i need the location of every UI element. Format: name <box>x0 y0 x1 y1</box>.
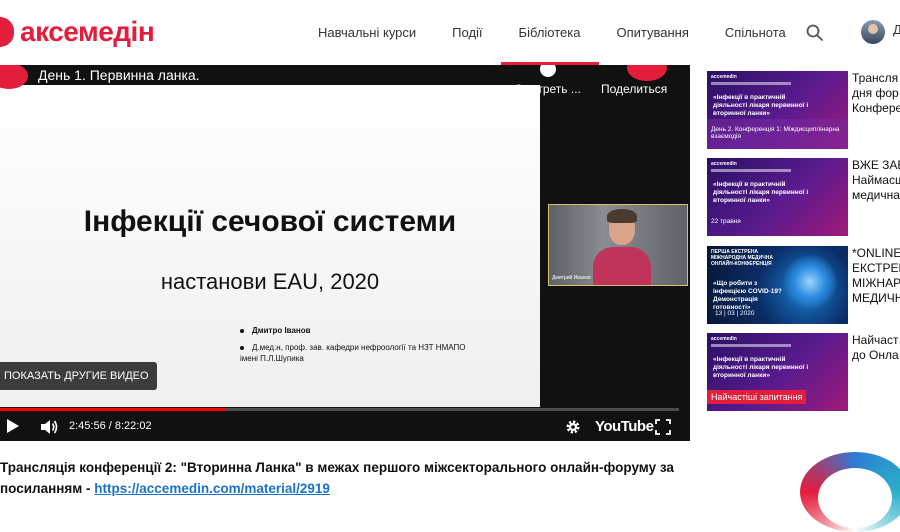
site-header: аксемедін Навчальні курси Події Бібліоте… <box>0 0 900 65</box>
share-button[interactable]: Поделиться <box>601 82 667 96</box>
slide-author: Дмитро Іванов <box>240 326 311 335</box>
fullscreen-icon[interactable] <box>655 419 671 435</box>
bullet-icon <box>240 345 244 350</box>
video-player[interactable]: Інфекції сечової системи настанови EAU, … <box>0 65 690 441</box>
gear-icon[interactable] <box>564 418 582 436</box>
channel-logo-icon[interactable] <box>0 65 28 89</box>
thumb-caption: День 2. Конференція 1: Міждисциплінарна … <box>711 126 840 140</box>
logo-mark-icon <box>0 17 14 47</box>
video-caption: Трансляція конференції 2: "Вторинна Ланк… <box>0 457 690 499</box>
speaker-hair <box>607 209 637 223</box>
thumb-brand: accemedin <box>711 336 737 342</box>
speaker-name-label: Дмитрий Иванов <box>552 275 591 281</box>
thumb-brand: accemedin <box>711 74 737 80</box>
watch-later-button[interactable]: Смотреть ... <box>514 82 581 96</box>
nav-item-events[interactable]: Події <box>434 0 500 65</box>
thumb-date: 22 травня <box>711 218 741 225</box>
thumb-date: 13 | 03 | 2020 <box>715 310 755 317</box>
related-card[interactable]: accemedin «Інфекції в практичній діяльно… <box>707 333 900 411</box>
player-controls: 2:45:56 / 8:22:02 YouTube <box>0 415 690 441</box>
logo-text: аксемедін <box>20 16 155 47</box>
related-card-thumbnail[interactable]: accemedin «Інфекції в практичній діяльно… <box>707 158 848 236</box>
bullet-icon <box>240 328 244 333</box>
clock-icon[interactable] <box>540 65 556 77</box>
nav-item-library[interactable]: Бібліотека <box>500 0 599 65</box>
account-menu-label[interactable]: Д <box>893 22 900 37</box>
related-card-thumbnail[interactable]: accemedin «Інфекції в практичній діяльно… <box>707 71 848 149</box>
speaker-webcam: Дмитрий Иванов <box>548 204 688 286</box>
thumb-title: «Що робити з інфекцією COVID-19? Демонст… <box>713 280 782 311</box>
related-card-title[interactable]: *ONLINE ЕКСТРЕН МІЖНАР МЕДИЧН <box>852 246 900 306</box>
play-icon[interactable] <box>7 419 19 433</box>
video-title[interactable]: День 1. Первинна ланка. <box>38 67 200 83</box>
related-card[interactable]: accemedin «Інфекції в практичній діяльно… <box>707 71 900 149</box>
related-card-thumbnail[interactable]: accemedin «Інфекції в практичній діяльно… <box>707 333 848 411</box>
volume-icon[interactable] <box>39 418 59 436</box>
share-icon[interactable] <box>627 65 667 81</box>
site-logo[interactable]: аксемедін <box>0 14 155 50</box>
chat-widget-icon[interactable] <box>800 452 900 532</box>
thumb-title: «Інфекції в практичній діяльності лікаря… <box>713 181 809 204</box>
main-nav: Навчальні курси Події Бібліотека Опитува… <box>300 0 804 65</box>
search-icon[interactable] <box>806 24 824 42</box>
slide-subtitle: настанови EAU, 2020 <box>160 269 380 294</box>
related-card-thumbnail[interactable]: ПЕРША ЕКСТРЕНА МІЖНАРОДНА МЕДИЧНА ОНЛАЙН… <box>707 246 848 324</box>
user-avatar[interactable] <box>861 20 885 44</box>
thumb-title: «Інфекції в практичній діяльності лікаря… <box>713 94 809 117</box>
slide-author-detail: Д.мед.н, проф. зав. кафедри нефроології … <box>240 343 466 363</box>
nav-item-surveys[interactable]: Опитування <box>599 0 707 65</box>
more-videos-button[interactable]: ПОКАЗАТЬ ДРУГИЕ ВИДЕО <box>0 362 157 390</box>
related-card[interactable]: ПЕРША ЕКСТРЕНА МІЖНАРОДНА МЕДИЧНА ОНЛАЙН… <box>707 246 900 324</box>
video-time: 2:45:56 / 8:22:02 <box>69 420 152 432</box>
progress-bar[interactable] <box>0 408 679 411</box>
nav-item-community[interactable]: Спільнота <box>707 0 804 65</box>
thumb-brand: ПЕРША ЕКСТРЕНА МІЖНАРОДНА МЕДИЧНА ОНЛАЙН… <box>711 249 773 267</box>
caption-link[interactable]: https://accemedin.com/material/2919 <box>94 481 330 496</box>
speaker-body <box>593 247 651 285</box>
video-frame-slide: Інфекції сечової системи настанови EAU, … <box>0 85 540 407</box>
slide-title: Інфекції сечової системи <box>83 205 457 238</box>
related-card-title[interactable]: Трансля дня фор Конфере <box>852 71 900 116</box>
thumb-brand: accemedin <box>711 161 737 167</box>
player-top-bar: День 1. Первинна ланка. Смотреть ... Под… <box>0 65 690 96</box>
related-card-title[interactable]: Найчаст до Онла <box>852 333 900 363</box>
related-card-title[interactable]: ВЖЕ ЗАВ Наймасш медична <box>852 158 900 203</box>
youtube-logo[interactable]: YouTube <box>595 418 654 435</box>
progress-bar-fill <box>0 408 225 411</box>
thumb-title: «Інфекції в практичній діяльності лікаря… <box>713 356 809 379</box>
faq-tag: Найчастіші запитання <box>707 390 807 404</box>
nav-item-courses[interactable]: Навчальні курси <box>300 0 434 65</box>
related-card[interactable]: accemedin «Інфекції в практичній діяльно… <box>707 158 900 236</box>
